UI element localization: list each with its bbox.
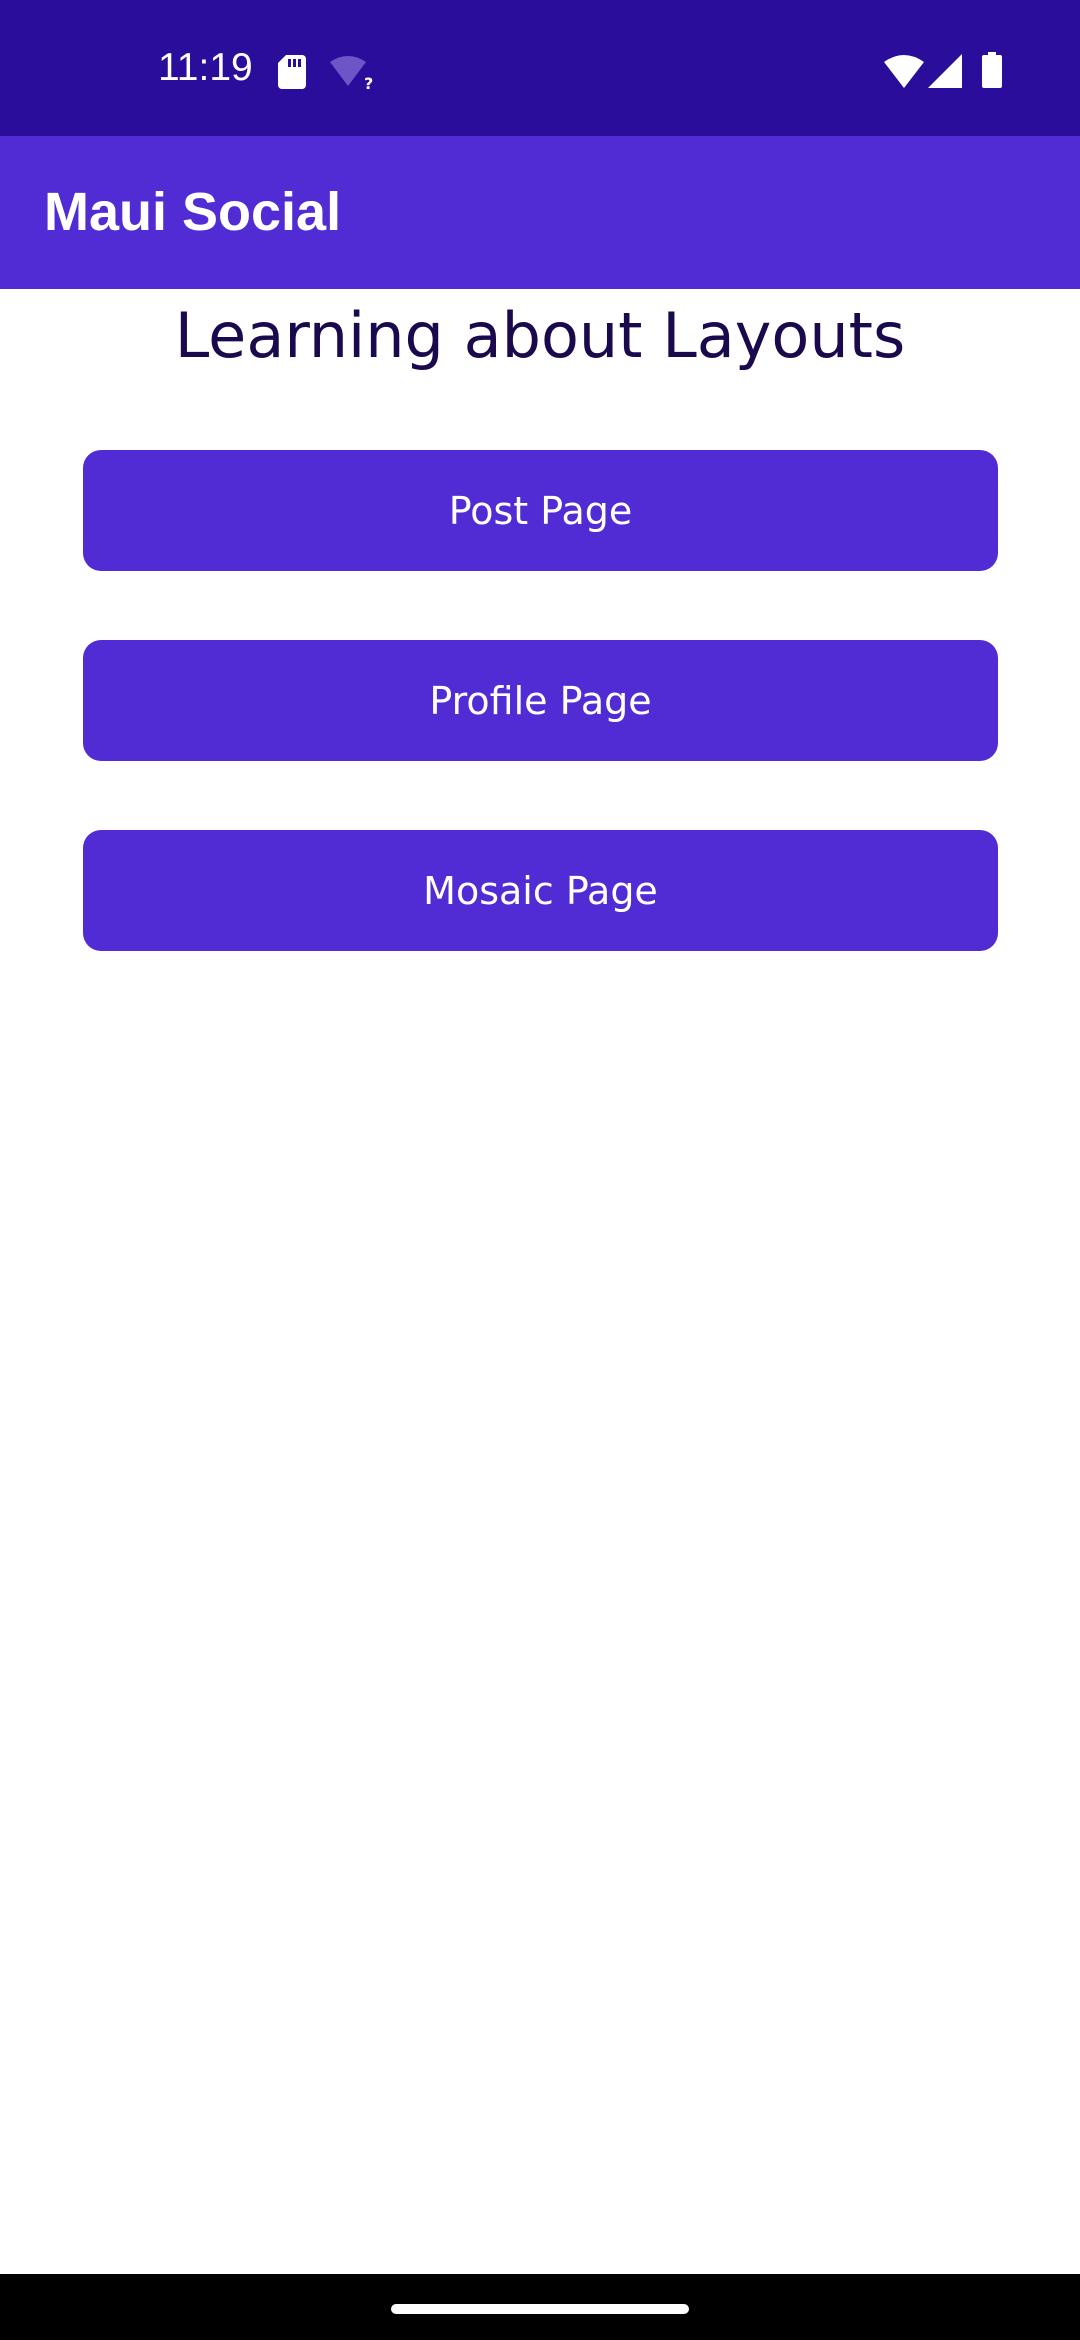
status-time: 11:19 xyxy=(158,46,253,89)
app-title: Maui Social xyxy=(44,182,342,242)
wifi-unknown-icon: ? xyxy=(330,56,373,90)
home-gesture-handle[interactable] xyxy=(391,2304,689,2314)
wifi-icon xyxy=(884,55,924,88)
mosaic-page-button[interactable]: Mosaic Page xyxy=(83,830,998,951)
status-bar: 11:19 ? xyxy=(0,0,1080,136)
battery-icon xyxy=(982,52,1002,88)
app-screen: 11:19 ? Maui Social Learning about Layou… xyxy=(0,0,1080,2340)
system-nav-bar xyxy=(0,2274,1080,2340)
post-page-button[interactable]: Post Page xyxy=(83,450,998,571)
cellular-signal-icon xyxy=(928,54,962,88)
profile-page-button[interactable]: Profile Page xyxy=(83,640,998,761)
sd-card-icon xyxy=(278,55,306,89)
svg-text:?: ? xyxy=(364,74,373,90)
page-heading: Learning about Layouts xyxy=(174,299,906,372)
app-bar: Maui Social xyxy=(0,136,1080,289)
